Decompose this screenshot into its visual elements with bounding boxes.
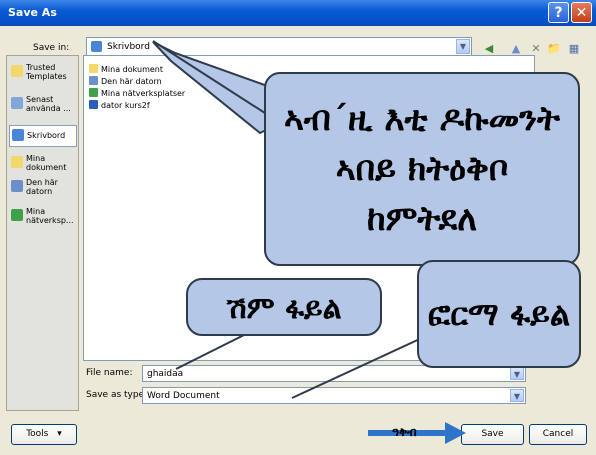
pointer-line-save-in — [152, 40, 269, 116]
bubble-name-text: ሽም ፋይል — [226, 291, 342, 326]
arrow-label: ዓቅብ — [392, 425, 417, 439]
annotation-bubble-file-name: ሽም ፋይል — [186, 278, 382, 336]
bubble-format-text: ፎርማ ፋይል — [427, 295, 571, 333]
annotation-bubble-file-format: ፎርማ ፋይል — [417, 260, 581, 368]
bubble-main-text: ኣብ´ዚ እቲ ዶኩመንት ኣበይ ክትዕቅቦ ከምትደለ — [284, 99, 560, 239]
annotation-bubble-save-location: ኣብ´ዚ እቲ ዶኩመንት ኣበይ ክትዕቅቦ ከምትደለ — [264, 72, 580, 266]
arrow-head — [445, 422, 466, 444]
